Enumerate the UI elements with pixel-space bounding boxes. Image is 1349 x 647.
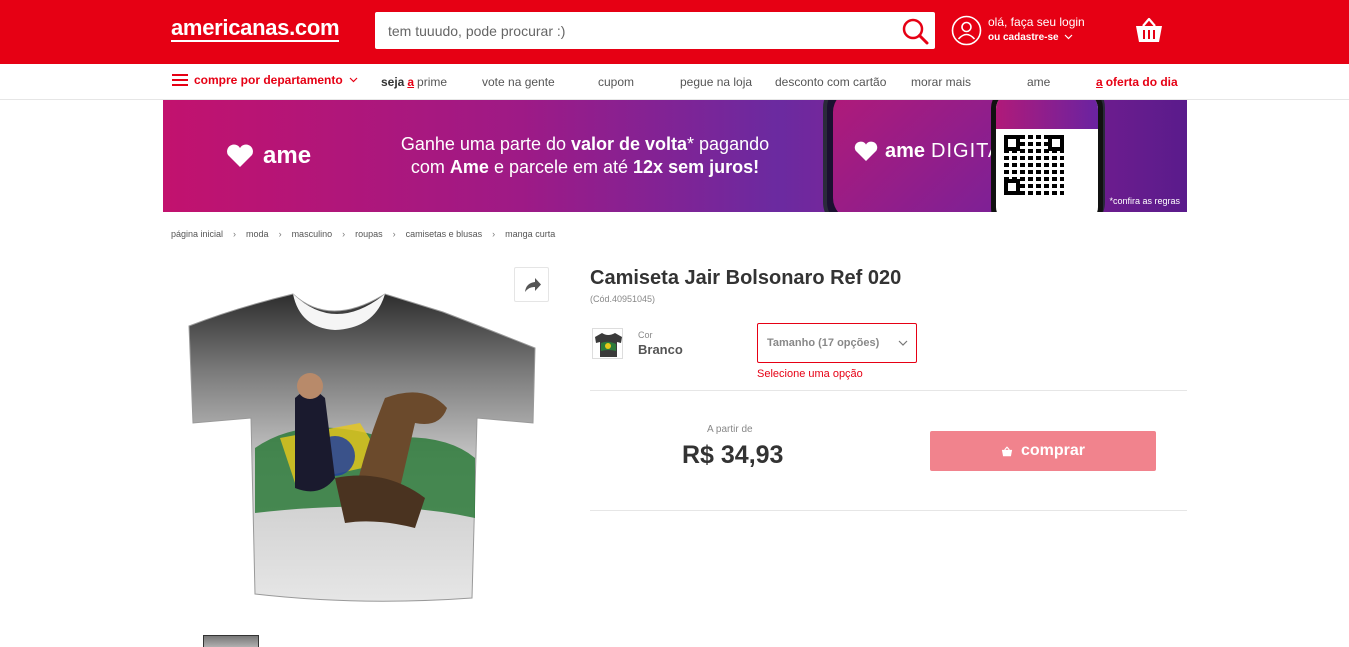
search-icon (902, 18, 929, 45)
breadcrumb-separator: › (492, 229, 496, 239)
oferta-label: oferta do dia (1105, 75, 1178, 89)
chevron-down-icon (1064, 34, 1073, 40)
size-error-message: Selecione uma opção (757, 368, 863, 380)
product-thumbnail[interactable] (203, 635, 259, 647)
nav-desconto-com-cartao[interactable]: desconto com cartão (775, 75, 886, 89)
nav-pegue-na-loja[interactable]: pegue na loja (680, 75, 752, 89)
top-header: americanas.com olá, faça seu login ou ca… (0, 0, 1349, 64)
banner-bold-1: valor de volta (570, 134, 688, 154)
product-code: (Cód.40951045) (590, 294, 656, 304)
banner-text-2: * pagando (687, 134, 770, 154)
ame-logo: ame (225, 142, 311, 170)
department-menu[interactable]: compre por departamento (172, 73, 358, 87)
tshirt-thumbnail (595, 333, 622, 357)
color-value: Branco (638, 342, 683, 357)
hamburger-icon (172, 74, 188, 86)
search-bar (375, 12, 935, 49)
breadcrumb-item[interactable]: moda (246, 229, 269, 239)
category-nav: compre por departamento seja a prime vote … (0, 64, 1349, 100)
buy-button-label: comprar (1020, 442, 1086, 459)
divider (590, 510, 1187, 511)
americanas-a-icon: a (1096, 75, 1103, 89)
department-label: compre por departamento (194, 73, 343, 87)
ame-digital-text-1: ame (885, 140, 926, 162)
buy-button[interactable]: comprar (930, 431, 1156, 471)
color-swatch[interactable] (592, 328, 623, 359)
size-select[interactable]: Tamanho (17 opções) (757, 323, 917, 363)
size-select-label: Tamanho (17 opções) (767, 337, 880, 349)
prime-label: prime (417, 75, 448, 89)
breadcrumb-separator: › (278, 229, 282, 239)
product-price: R$ 34,93 (682, 441, 784, 469)
banner-text-4: e parcele em até (488, 157, 634, 177)
breadcrumb-item[interactable]: página inicial (171, 229, 223, 239)
breadcrumb-item[interactable]: masculino (292, 229, 333, 239)
breadcrumb-item[interactable]: camisetas e blusas (406, 229, 483, 239)
login-text: olá, faça seu login (988, 15, 1085, 29)
americanas-a-icon: a (407, 75, 415, 89)
product-title: Camiseta Jair Bolsonaro Ref 020 (590, 267, 902, 289)
product-image[interactable] (185, 288, 539, 604)
login-menu[interactable]: olá, faça seu login ou cadastre-se (951, 14, 1091, 48)
qr-corner (1048, 135, 1064, 151)
nav-ame[interactable]: ame (1027, 75, 1050, 89)
user-icon (951, 15, 982, 46)
nav-vote-na-gente[interactable]: vote na gente (482, 75, 555, 89)
price-from-label: A partir de (707, 424, 753, 435)
nav-oferta-do-dia[interactable]: a oferta do dia (1096, 75, 1178, 89)
nav-prime[interactable]: seja a prime (381, 75, 447, 89)
heart-icon (227, 144, 253, 167)
basket-icon (1136, 17, 1162, 42)
search-button[interactable] (901, 17, 929, 45)
breadcrumb: página inicial › moda › masculino › roup… (171, 229, 555, 239)
chevron-down-icon (349, 77, 358, 83)
phone-qr-header (996, 100, 1098, 129)
breadcrumb-item[interactable]: manga curta (505, 229, 555, 239)
banner-bold-3: 12x sem juros! (633, 157, 760, 177)
breadcrumb-separator: › (233, 229, 237, 239)
phone-qr-illustration (991, 100, 1103, 212)
nav-cupom[interactable]: cupom (598, 75, 634, 89)
divider (590, 390, 1187, 391)
chevron-down-icon (898, 340, 908, 346)
heart-icon (854, 141, 878, 162)
breadcrumb-separator: › (342, 229, 346, 239)
cart-button[interactable] (1134, 16, 1164, 44)
nav-morar-mais[interactable]: morar mais (911, 75, 971, 89)
ame-logo-text: ame (263, 142, 312, 169)
search-input[interactable] (375, 12, 885, 49)
banner-disclaimer[interactable]: *confira as regras (1109, 196, 1180, 206)
phone-qr-screen (996, 100, 1098, 212)
thumbnail-image (204, 636, 258, 647)
signup-label: ou cadastre-se (988, 32, 1059, 43)
ame-promo-banner[interactable]: ame Ganhe uma parte do valor de volta* p… (163, 100, 1187, 212)
banner-bold-2: Ame (449, 157, 489, 177)
color-label: Cor (638, 330, 653, 340)
basket-icon (1001, 446, 1013, 456)
prime-seja: seja (381, 75, 405, 89)
breadcrumb-separator: › (392, 229, 396, 239)
site-logo[interactable]: americanas.com (171, 17, 340, 42)
qr-corner (1004, 135, 1020, 151)
signup-text: ou cadastre-se (988, 32, 1073, 43)
banner-text-3: com (410, 157, 450, 177)
tshirt-image (188, 293, 536, 602)
qr-corner (1004, 179, 1020, 195)
breadcrumb-item[interactable]: roupas (355, 229, 383, 239)
banner-text-1: Ganhe uma parte do (400, 134, 571, 154)
banner-message: Ganhe uma parte do valor de volta* pagan… (375, 133, 795, 179)
